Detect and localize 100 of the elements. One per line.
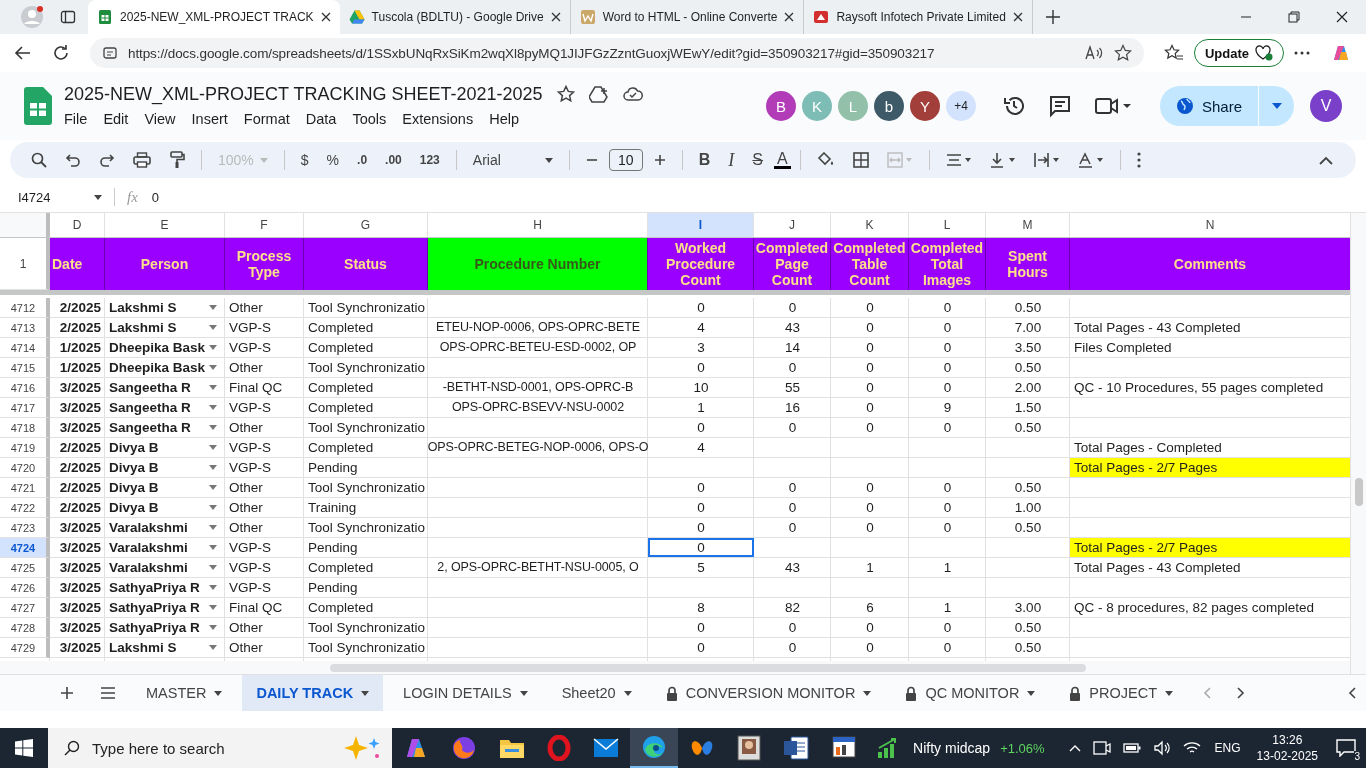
- favorites-icon[interactable]: [1163, 44, 1184, 62]
- dropdown-caret-icon[interactable]: [209, 605, 217, 610]
- chevron-right-icon[interactable]: [1237, 687, 1246, 699]
- column-letter[interactable]: L: [909, 213, 986, 237]
- menu-item[interactable]: Data: [297, 108, 345, 129]
- sheet-tab[interactable]: QC MONITOR: [891, 675, 1050, 711]
- search-field[interactable]: Type here to search: [48, 728, 392, 768]
- column-letter[interactable]: D: [50, 213, 105, 237]
- dropdown-caret-icon[interactable]: [209, 345, 217, 350]
- portrait-app-icon[interactable]: [737, 735, 761, 761]
- folder-icon[interactable]: [499, 737, 525, 759]
- collaborator-avatar[interactable]: Y: [909, 91, 940, 121]
- globe-app-icon[interactable]: [451, 735, 477, 761]
- dropdown-caret-icon[interactable]: [209, 505, 217, 510]
- align-icon[interactable]: [945, 153, 972, 167]
- battery-icon[interactable]: [1122, 742, 1141, 754]
- text-color-button[interactable]: A: [774, 151, 791, 169]
- share-button[interactable]: Share: [1159, 86, 1258, 126]
- dropdown-caret-icon[interactable]: [209, 425, 217, 430]
- plus-icon[interactable]: [653, 154, 666, 166]
- text-wrap-icon[interactable]: [1033, 152, 1060, 168]
- menu-item[interactable]: Edit: [95, 108, 137, 129]
- collaborator-avatar[interactable]: B: [765, 91, 796, 121]
- font-size-field[interactable]: 10: [608, 149, 643, 171]
- scrollbar-thumb[interactable]: [1355, 478, 1363, 506]
- number-format-button[interactable]: 123: [412, 153, 447, 167]
- column-letter[interactable]: K: [831, 213, 909, 237]
- text-rotation-icon[interactable]: [1077, 152, 1104, 168]
- new-tab-icon[interactable]: [1044, 9, 1061, 25]
- ring-app-icon[interactable]: [547, 735, 571, 761]
- browser-app-button[interactable]: [630, 728, 678, 768]
- close-icon[interactable]: [550, 12, 561, 22]
- more-vertical-icon[interactable]: [1136, 152, 1141, 168]
- account-avatar[interactable]: V: [1310, 90, 1342, 122]
- row-number[interactable]: 4724: [0, 538, 50, 558]
- name-box[interactable]: I4724: [18, 189, 86, 205]
- collapse-chevron-icon[interactable]: [1319, 155, 1333, 165]
- decrease-decimals-button[interactable]: .0: [350, 153, 375, 167]
- close-icon[interactable]: [784, 12, 795, 22]
- update-button[interactable]: Update: [1193, 39, 1284, 67]
- sheet-tab[interactable]: Sheet20: [547, 675, 646, 711]
- increase-decimals-button[interactable]: .00: [378, 153, 409, 167]
- menu-icon[interactable]: [100, 687, 116, 699]
- vertical-align-icon[interactable]: [989, 152, 1016, 168]
- menu-item[interactable]: Format: [235, 108, 298, 129]
- dropdown-caret-icon[interactable]: [209, 525, 217, 530]
- notification-button[interactable]: 3: [1326, 728, 1366, 768]
- address-field[interactable]: https://docs.google.com/spreadsheets/d/1SSxbUNqRxSiKm2wqXl8pyMQ1JIJFGzZzntGuoxjWEwY/edit?gid=350903217#gid=350903217: [90, 38, 1144, 68]
- dropdown-caret-icon[interactable]: [209, 365, 217, 370]
- speaker-icon[interactable]: [1152, 740, 1171, 756]
- star-icon[interactable]: [556, 85, 575, 103]
- dropdown-caret-icon[interactable]: [209, 565, 217, 570]
- menu-item[interactable]: File: [56, 108, 96, 129]
- close-icon[interactable]: [1012, 12, 1023, 22]
- dropdown-caret-icon[interactable]: [209, 465, 217, 470]
- menu-item[interactable]: Help: [481, 108, 527, 129]
- dropdown-caret-icon[interactable]: [209, 625, 217, 630]
- search-icon[interactable]: [31, 152, 47, 168]
- close-icon[interactable]: [320, 12, 331, 22]
- merge-cells-icon[interactable]: [886, 152, 913, 168]
- print-icon[interactable]: [133, 152, 151, 168]
- fill-bucket-icon[interactable]: [816, 152, 835, 168]
- share-options-button[interactable]: [1258, 86, 1294, 126]
- document-title[interactable]: 2025-NEW_XML-PROJECT TRACKING SHEET-2021-2025: [64, 83, 543, 105]
- dropdown-caret-icon[interactable]: [209, 485, 217, 490]
- chevron-up-icon[interactable]: [1068, 744, 1081, 752]
- menu-item[interactable]: Extensions: [394, 108, 482, 129]
- menu-item[interactable]: Tools: [344, 108, 395, 129]
- caret-icon[interactable]: [94, 194, 102, 200]
- chevron-left-icon[interactable]: [1348, 687, 1356, 699]
- browser-tab[interactable]: Raysoft Infotech Private Limited: [804, 0, 1033, 34]
- font-select[interactable]: Arial: [465, 152, 560, 168]
- mail-icon[interactable]: [593, 738, 619, 758]
- move-icon[interactable]: [588, 85, 609, 103]
- wifi-icon[interactable]: [1182, 741, 1201, 755]
- back-arrow-icon[interactable]: [14, 44, 32, 62]
- column-letter[interactable]: I: [648, 213, 754, 237]
- cloud-icon[interactable]: [622, 86, 643, 102]
- ticker-name[interactable]: Nifty midcap: [913, 740, 991, 756]
- profile-icon[interactable]: [20, 5, 44, 29]
- column-letter[interactable]: F: [225, 213, 304, 237]
- bold-button[interactable]: B: [691, 151, 718, 169]
- borders-icon[interactable]: [852, 152, 869, 168]
- spreadsheet-logo-icon[interactable]: [24, 87, 52, 125]
- column-letter[interactable]: G: [304, 213, 428, 237]
- strikethrough-button[interactable]: S: [745, 151, 771, 169]
- dropdown-caret-icon[interactable]: [209, 385, 217, 390]
- undo-icon[interactable]: [65, 153, 81, 167]
- italic-button[interactable]: I: [721, 149, 742, 171]
- comment-icon[interactable]: [1047, 94, 1072, 118]
- paint-format-icon[interactable]: [169, 151, 185, 169]
- dropdown-caret-icon[interactable]: [209, 405, 217, 410]
- dropdown-caret-icon[interactable]: [209, 645, 217, 650]
- restore-icon[interactable]: [1288, 11, 1300, 23]
- percent-button[interactable]: %: [319, 152, 347, 168]
- dropdown-caret-icon[interactable]: [209, 585, 217, 590]
- column-letter[interactable]: E: [105, 213, 225, 237]
- sheet-tab[interactable]: CONVERSION MONITOR: [651, 675, 886, 711]
- close-icon[interactable]: [1336, 11, 1348, 23]
- meet-now-icon[interactable]: [1092, 740, 1111, 756]
